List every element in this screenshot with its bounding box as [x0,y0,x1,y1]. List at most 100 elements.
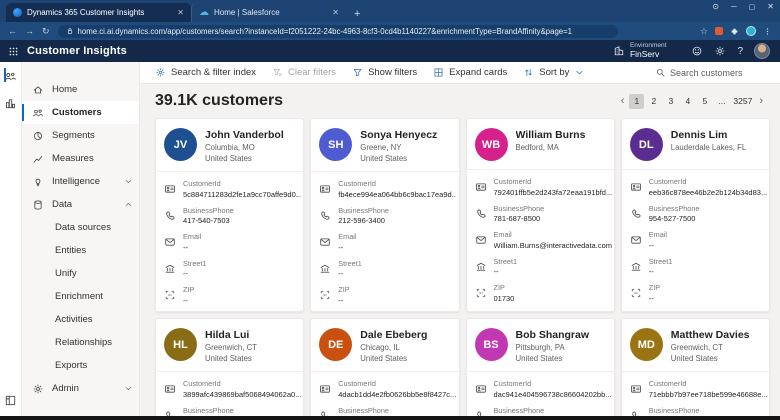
sidebar-item-unify[interactable]: Unify [22,262,139,285]
chevdown-icon[interactable] [477,311,489,313]
forward-button[interactable]: → [25,26,34,36]
sidebar-item-label: Enrichment [55,291,104,302]
page-2-button[interactable]: 2 [646,94,661,109]
browser-menu-icon[interactable] [763,27,772,36]
address-bar[interactable]: home.ci.ai.dynamics.com/app/customers/se… [57,24,618,38]
prev-page-button[interactable]: ‹ [618,95,628,107]
customer-country: United States [205,354,252,363]
environment-picker[interactable]: Environment FinServ [613,42,666,59]
field-value: fb4ece994ea064bb6c9bac17ea9d... [338,189,457,199]
sidebar-item-relationships[interactable]: Relationships [22,331,139,354]
tab-close-icon[interactable]: ✕ [332,8,339,17]
field-label: ZIP [338,285,350,294]
page-3-button[interactable]: 3 [663,94,678,109]
command-bar: Search & filter index Clear filters Show f… [140,62,780,84]
gear-icon [33,384,43,393]
chevdown-icon [125,387,132,390]
browser-tab-salesforce[interactable]: ☁ Home | Salesforce ✕ [191,3,346,22]
waffle-icon[interactable] [8,46,19,57]
rail-collapse-icon[interactable] [4,394,17,412]
customer-country: United States [360,154,408,163]
search-customers-box[interactable] [655,67,770,78]
customer-card-sonya-henyecz[interactable]: SH Sonya Henyecz Greene, NY United States Cu… [310,118,460,312]
sidebar-item-intelligence[interactable]: Intelligence [22,170,139,193]
customer-card-john-vanderbol[interactable]: JV John Vanderbol Columbia, MO United State… [155,118,305,312]
id-icon [165,385,175,393]
minimize-button[interactable]: ─ [731,2,737,11]
user-avatar[interactable] [754,43,770,59]
sidebar-item-label: Data [52,199,73,210]
sidebar-item-data-sources[interactable]: Data sources [22,216,139,239]
bookmark-star-icon[interactable]: ☆ [700,26,708,37]
rail-audience-insights-icon[interactable] [4,68,17,83]
page-5-button[interactable]: 5 [697,94,712,109]
customer-card-william-burns[interactable]: WB William Burns Bedford, MA CustomerId 7924… [465,118,615,313]
page-4-button[interactable]: 4 [680,94,695,109]
sidebar-item-enrichment[interactable]: Enrichment [22,285,139,308]
id-icon [475,385,486,393]
show-filters-button[interactable]: Show filters [352,67,417,78]
close-window-button[interactable]: ✕ [767,2,774,11]
clear-filters-button: Clear filters [272,67,336,78]
field-label: BusinessPhone [648,203,700,213]
home-icon [33,85,43,93]
field-value: -- [493,267,499,276]
sidebar-item-segments[interactable]: Segments [22,124,139,147]
customer-location: Bedford, MA [515,143,559,152]
sort-by-button[interactable]: Sort by [523,67,585,78]
card-field-street1: Street1 -- [319,258,450,278]
search-customers-input[interactable] [670,67,770,78]
sidebar-item-admin[interactable]: Admin [22,377,139,400]
card-field-zip: ZIP -- [630,283,761,303]
field-label: Email [338,232,357,241]
maximize-button[interactable]: ▢ [749,3,756,11]
browser-tab-dynamics[interactable]: Dynamics 365 Customer Insights ✕ [6,3,191,22]
sidebar-item-exports[interactable]: Exports [22,354,139,377]
expand-cards-button[interactable]: Expand cards [433,67,507,78]
sidebar-item-home[interactable]: Home [22,78,139,101]
customer-card-dale-ebeberg[interactable]: DE Dale Ebeberg Chicago, IL United States Cu… [310,318,460,420]
tab-close-icon[interactable]: ✕ [177,8,184,17]
refresh-button[interactable]: ↻ [42,26,50,37]
sidebar-item-entities[interactable]: Entities [22,239,139,262]
id-icon [320,385,331,393]
sidebar-item-label: Data sources [55,222,111,233]
field-label: ZIP [493,283,505,292]
segments-icon [33,131,43,140]
customer-card-hilda-lui[interactable]: HL Hilda Lui Greenwich, CT United States Cus… [155,318,305,420]
page-3257-button[interactable]: 3257 [731,94,754,109]
sidebar-item-label: Measures [52,153,94,164]
customer-card-matthew-davies[interactable]: MD Matthew Davies Greenwich, CT United Stat… [620,318,770,420]
customer-card-dennis-lim[interactable]: DL Dennis Lim Lauderdale Lakes, FL Customer… [620,118,770,313]
next-page-button[interactable]: › [756,95,766,107]
customer-location: Chicago, IL [360,343,400,352]
chevdown-icon[interactable] [632,311,644,313]
back-button[interactable]: ← [8,26,17,36]
rail-engagement-insights-icon[interactable] [4,97,17,110]
field-label: BusinessPhone [183,205,234,215]
page-1-button[interactable]: 1 [629,93,645,109]
field-label: Street1 [338,258,362,268]
feedback-smiley-icon[interactable] [691,45,703,57]
customer-name: John Vanderbol [205,129,284,141]
extension-icon[interactable] [715,27,723,35]
sidebar-item-measures[interactable]: Measures [22,147,139,170]
dynamics-extension-icon[interactable] [746,26,756,36]
field-value: -- [338,242,344,252]
customer-country: United States [515,354,563,363]
field-label: CustomerId [648,379,687,388]
settings-gear-icon[interactable] [714,45,726,57]
help-icon[interactable]: ? [737,46,743,57]
sidebar-item-customers[interactable]: Customers [22,101,139,124]
search-filter-index-button[interactable]: Search & filter index [155,67,256,78]
field-label: Street1 [493,256,518,266]
card-field-email: Email -- [630,230,761,250]
card-divider [466,169,614,170]
customer-card-bob-shangraw[interactable]: BS Bob Shangraw Pittsburgh, PA United State… [465,318,615,420]
environment-value: FinServ [629,48,660,59]
puzzle-extensions-icon[interactable] [730,27,739,36]
profile-dot-icon[interactable]: ⊙ [712,2,719,11]
sidebar-item-data[interactable]: Data [22,193,139,216]
sidebar-item-activities[interactable]: Activities [22,308,139,331]
new-tab-button[interactable]: + [354,8,360,22]
